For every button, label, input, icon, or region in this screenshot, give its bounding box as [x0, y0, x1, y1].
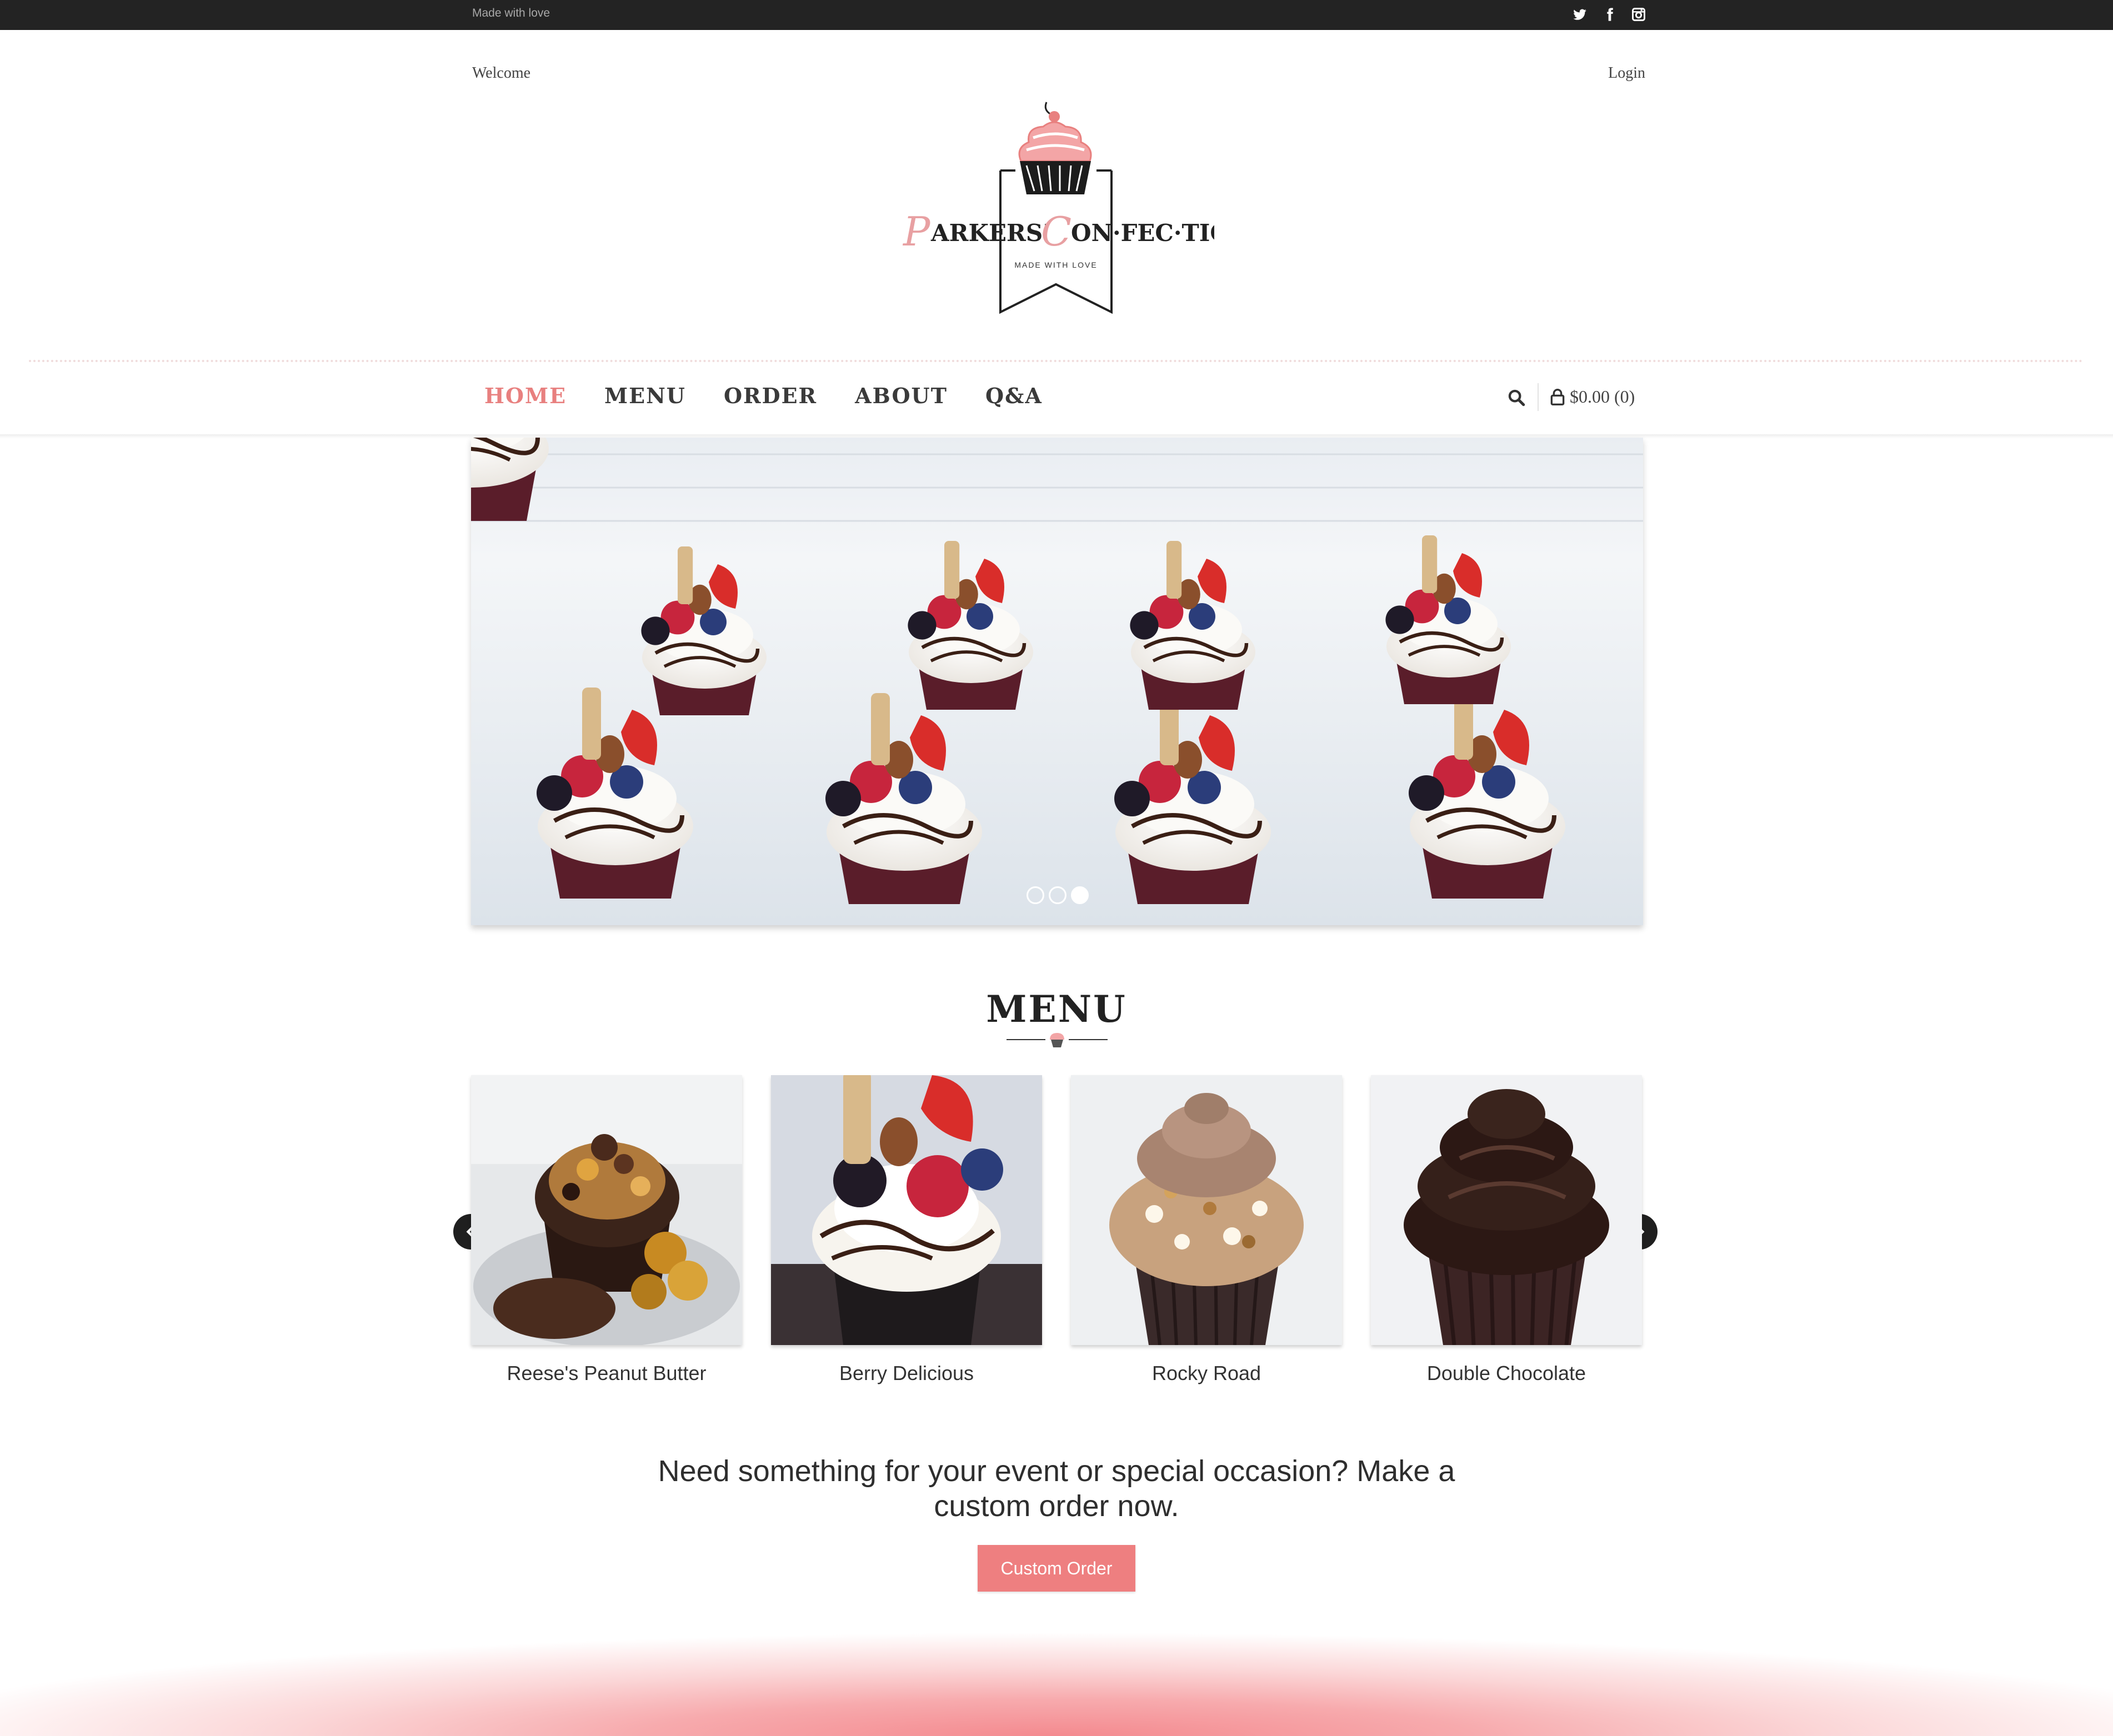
search-icon [1508, 389, 1525, 407]
product-image-berry-delicious[interactable] [771, 1075, 1042, 1345]
logo-word-confection: ON·FEC·TION [1071, 219, 1214, 247]
main-nav: HOME MENU ORDER ABOUT Q&A [484, 383, 1080, 408]
nav-item-qa[interactable]: Q&A [985, 383, 1043, 408]
nav-item-order[interactable]: ORDER [724, 383, 817, 408]
product-card: Rocky Road [1071, 1075, 1342, 1385]
product-name[interactable]: Berry Delicious [771, 1362, 1042, 1385]
product-card: Reese's Peanut Butter [471, 1075, 742, 1385]
logo-word-parkers: ARKERS' [930, 219, 1050, 247]
slider-pagination [1027, 886, 1089, 904]
product-card: Double Chocolate [1371, 1075, 1642, 1385]
divider-cupcake-icon [1050, 1033, 1064, 1047]
top-bar-tagline: Made with love [472, 7, 550, 19]
slider-dot-1[interactable] [1027, 886, 1044, 904]
login-link[interactable]: Login [1608, 64, 1645, 82]
product-image-double-chocolate[interactable] [1371, 1075, 1642, 1345]
product-image-rocky-road[interactable] [1071, 1075, 1342, 1345]
logo-initial-c: C [1041, 208, 1071, 255]
instagram-link[interactable] [1629, 4, 1649, 24]
search-button[interactable] [1505, 385, 1528, 410]
product-card: Berry Delicious [771, 1075, 1042, 1385]
nav-item-home[interactable]: HOME [484, 383, 567, 408]
product-name[interactable]: Double Chocolate [1371, 1362, 1642, 1385]
welcome-text: Welcome [472, 64, 531, 82]
site-logo[interactable]: P ARKERS' C ON·FEC·TION MADE WITH LOVE [898, 96, 1214, 323]
hero-image [471, 438, 1643, 925]
custom-order-prompt: Need something for your event or special… [658, 1454, 1455, 1523]
twitter-link[interactable] [1570, 4, 1590, 24]
custom-order-button[interactable]: Custom Order [978, 1545, 1135, 1592]
product-name[interactable]: Reese's Peanut Butter [471, 1362, 742, 1385]
logo-initial-p: P [902, 208, 931, 255]
cart-separator [1538, 383, 1539, 411]
slider-dot-2[interactable] [1049, 886, 1066, 904]
lock-bag-icon [1550, 388, 1565, 405]
header-divider [29, 360, 2084, 362]
menu-section-title: MENU [986, 987, 1127, 1031]
nav-item-menu[interactable]: MENU [604, 383, 686, 408]
cart-button[interactable]: $0.00 (0) [1550, 387, 1635, 407]
hero-slider[interactable] [471, 438, 1643, 925]
nav-item-about[interactable]: ABOUT [855, 383, 948, 408]
menu-divider [1007, 1033, 1108, 1047]
slider-dot-3[interactable] [1071, 886, 1089, 904]
instagram-icon [1632, 8, 1645, 21]
product-image-reeses[interactable] [471, 1075, 742, 1345]
logo-motto: MADE WITH LOVE [1014, 260, 1097, 269]
twitter-icon [1573, 9, 1586, 20]
footer-gradient [0, 1627, 2113, 1736]
facebook-icon [1607, 8, 1613, 21]
top-bar: Made with love [0, 0, 2113, 30]
facebook-link[interactable] [1600, 4, 1620, 24]
logo-cupcake-icon [1018, 102, 1092, 194]
cart-total: $0.00 (0) [1570, 387, 1635, 407]
product-name[interactable]: Rocky Road [1071, 1362, 1342, 1385]
